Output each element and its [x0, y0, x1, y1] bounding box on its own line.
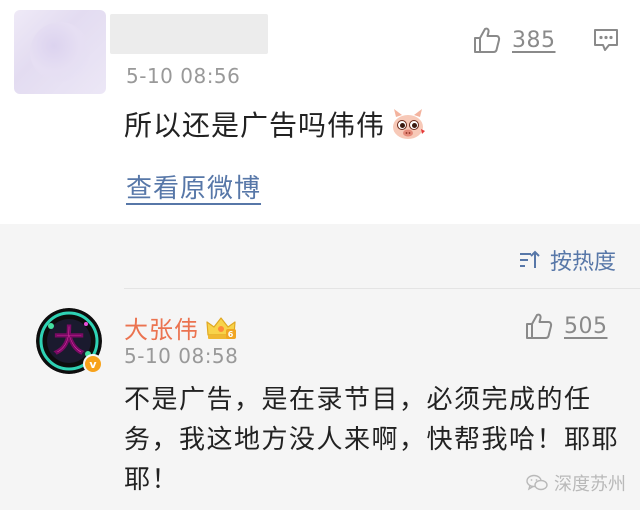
blurred-username[interactable] [110, 14, 268, 54]
top-comment: 385 5-10 08:56 所以还是广告吗伟伟 查看原微博 [0, 0, 640, 224]
like-count: 505 [564, 313, 608, 339]
comment-time: 5-10 08:56 [126, 64, 241, 88]
username-text: 大张伟 [124, 316, 199, 344]
like-button[interactable]: 385 [472, 24, 556, 56]
watermark: 深度苏州 [526, 470, 626, 496]
like-button[interactable]: 505 [524, 310, 608, 342]
sort-icon [519, 250, 540, 268]
wechat-icon [526, 474, 548, 491]
svg-text:6: 6 [228, 330, 235, 339]
watermark-text: 深度苏州 [554, 474, 626, 495]
blurred-avatar[interactable] [14, 10, 106, 94]
avatar-char: 大 [54, 324, 84, 359]
like-count: 385 [512, 27, 556, 53]
view-original-link[interactable]: 查看原微博 [126, 168, 261, 205]
thumbs-up-icon [526, 313, 553, 339]
username[interactable]: 大张伟 6 [124, 310, 237, 345]
reply-section: 按热度 大 v 大张伟 6 505 5-10 08:58 不是广告，是在录节目，… [0, 224, 640, 510]
reply-time: 5-10 08:58 [124, 344, 239, 368]
comment-text: 所以还是广告吗伟伟 [124, 109, 386, 142]
reply-bubble-icon[interactable] [592, 26, 620, 54]
comment-content: 所以还是广告吗伟伟 [124, 104, 427, 144]
crown-icon: 6 [206, 316, 236, 339]
verified-badge-icon: v [83, 354, 103, 374]
sort-by-hot-button[interactable]: 按热度 [518, 244, 616, 276]
sort-label: 按热度 [549, 250, 616, 275]
divider [124, 288, 640, 289]
comment-page: 385 5-10 08:56 所以还是广告吗伟伟 查看原微博 按热度 大 v 大… [0, 0, 640, 510]
pig-emoji-icon [393, 109, 426, 139]
thumbs-up-icon [474, 27, 501, 53]
